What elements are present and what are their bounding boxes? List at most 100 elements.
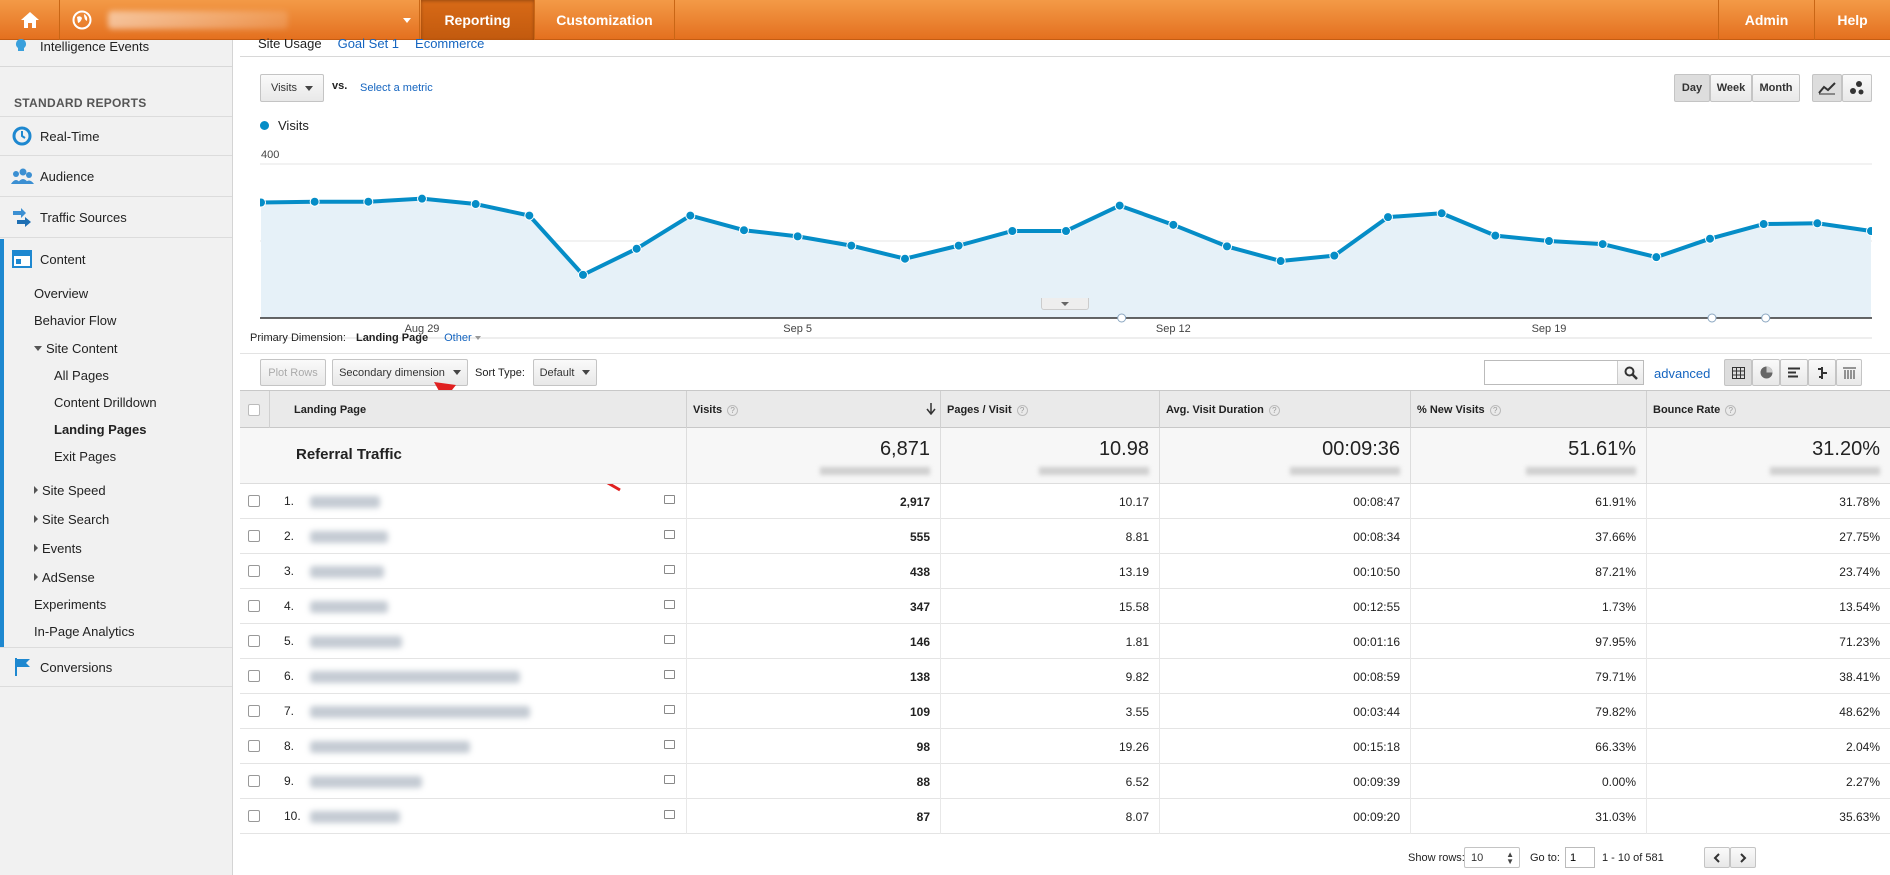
show-rows-select[interactable]: 10 ▲ ▼ (1464, 847, 1520, 868)
sidebar-item-site-search[interactable]: Site Search (0, 507, 232, 531)
header-bounce-rate[interactable]: Bounce Rate? (1646, 391, 1890, 429)
row-checkbox[interactable] (248, 810, 260, 822)
motion-chart-button[interactable] (1842, 74, 1872, 102)
header-pages-visit[interactable]: Pages / Visit? (940, 391, 1159, 429)
open-external-icon[interactable] (664, 670, 675, 679)
landing-page-url-redacted[interactable] (310, 531, 388, 543)
landing-page-url-redacted[interactable] (310, 776, 422, 788)
row-checkbox[interactable] (248, 740, 260, 752)
help-icon[interactable]: ? (1016, 404, 1028, 416)
header-new-visits[interactable]: % New Visits? (1410, 391, 1646, 429)
table-row[interactable]: 2. 555 8.81 00:08:34 37.66% 27.75% (240, 519, 1890, 554)
landing-page-url-redacted[interactable] (310, 741, 470, 753)
sidebar-item-content[interactable]: Content (0, 239, 232, 279)
open-external-icon[interactable] (664, 810, 675, 819)
next-page-button[interactable] (1730, 847, 1756, 868)
sidebar-item-overview[interactable]: Overview (0, 281, 232, 305)
landing-page-url-redacted[interactable] (310, 706, 530, 718)
pie-view-button[interactable] (1752, 359, 1780, 386)
comparison-view-button[interactable] (1808, 359, 1836, 386)
open-external-icon[interactable] (664, 635, 675, 644)
week-button[interactable]: Week (1710, 74, 1752, 102)
table-row[interactable]: 7. 109 3.55 00:03:44 79.82% 48.62% (240, 694, 1890, 729)
sidebar-item-intelligence[interactable]: Intelligence Events (0, 34, 232, 58)
row-checkbox[interactable] (248, 565, 260, 577)
prev-page-button[interactable] (1704, 847, 1730, 868)
table-row[interactable]: 1. 2,917 10.17 00:08:47 61.91% 31.78% (240, 484, 1890, 519)
table-row[interactable]: 10. 87 8.07 00:09:20 31.03% 35.63% (240, 799, 1890, 834)
row-checkbox[interactable] (248, 635, 260, 647)
tab-site-usage[interactable]: Site Usage (258, 36, 322, 52)
sidebar-item-content-drilldown[interactable]: Content Drilldown (0, 390, 232, 414)
select-all-checkbox[interactable] (248, 404, 260, 416)
sidebar-item-exit-pages[interactable]: Exit Pages (0, 444, 232, 468)
tab-ecommerce[interactable]: Ecommerce (415, 36, 484, 52)
table-search-input[interactable] (1485, 361, 1617, 384)
row-checkbox[interactable] (248, 600, 260, 612)
header-visits[interactable]: Visits? (686, 391, 940, 429)
landing-page-url-redacted[interactable] (310, 601, 388, 613)
tab-customization[interactable]: Customization (535, 0, 675, 40)
chart-collapse-handle[interactable] (1041, 298, 1089, 310)
tab-goal-set-1[interactable]: Goal Set 1 (338, 36, 399, 52)
sidebar-item-all-pages[interactable]: All Pages (0, 363, 232, 387)
sidebar-item-audience[interactable]: Audience (0, 157, 232, 197)
header-avg-visit-duration[interactable]: Avg. Visit Duration? (1159, 391, 1410, 429)
help-link[interactable]: Help (1814, 0, 1890, 40)
open-external-icon[interactable] (664, 565, 675, 574)
open-external-icon[interactable] (664, 705, 675, 714)
sidebar-item-landing-pages[interactable]: Landing Pages (0, 417, 232, 441)
sidebar-item-behavior-flow[interactable]: Behavior Flow (0, 308, 232, 332)
table-row[interactable]: 5. 146 1.81 00:01:16 97.95% 71.23% (240, 624, 1890, 659)
sidebar-item-site-speed[interactable]: Site Speed (0, 478, 232, 502)
landing-page-url-redacted[interactable] (310, 671, 520, 683)
landing-page-url-redacted[interactable] (310, 811, 400, 823)
advanced-filter-link[interactable]: advanced (1654, 366, 1710, 381)
sidebar-item-events[interactable]: Events (0, 536, 232, 560)
performance-view-button[interactable] (1780, 359, 1808, 386)
line-chart-button[interactable] (1812, 74, 1842, 102)
sidebar-item-realtime[interactable]: Real-Time (0, 116, 232, 156)
open-external-icon[interactable] (664, 740, 675, 749)
open-external-icon[interactable] (664, 495, 675, 504)
row-checkbox[interactable] (248, 530, 260, 542)
open-external-icon[interactable] (664, 775, 675, 784)
plot-rows-button[interactable]: Plot Rows (260, 359, 326, 386)
header-landing-page[interactable]: Landing Page (269, 391, 677, 429)
open-external-icon[interactable] (664, 600, 675, 609)
help-icon[interactable]: ? (727, 404, 739, 416)
help-icon[interactable]: ? (1268, 404, 1280, 416)
help-icon[interactable]: ? (1489, 404, 1501, 416)
landing-page-url-redacted[interactable] (310, 566, 384, 578)
sidebar-item-adsense[interactable]: AdSense (0, 565, 232, 589)
row-checkbox[interactable] (248, 495, 260, 507)
other-dimension-link[interactable]: Other (444, 332, 481, 344)
help-icon[interactable]: ? (1725, 404, 1737, 416)
tab-reporting[interactable]: Reporting (421, 0, 535, 40)
landing-page-url-redacted[interactable] (310, 496, 380, 508)
row-checkbox[interactable] (248, 775, 260, 787)
row-checkbox[interactable] (248, 705, 260, 717)
table-row[interactable]: 9. 88 6.52 00:09:39 0.00% 2.27% (240, 764, 1890, 799)
table-row[interactable]: 4. 347 15.58 00:12:55 1.73% 13.54% (240, 589, 1890, 624)
sidebar-item-traffic-sources[interactable]: Traffic Sources (0, 198, 232, 238)
goto-input[interactable] (1565, 847, 1595, 868)
row-checkbox[interactable] (248, 670, 260, 682)
table-row[interactable]: 3. 438 13.19 00:10:50 87.21% 23.74% (240, 554, 1890, 589)
search-button[interactable] (1617, 361, 1643, 384)
day-button[interactable]: Day (1674, 74, 1710, 102)
select-metric-link[interactable]: Select a metric (360, 82, 433, 94)
admin-link[interactable]: Admin (1718, 0, 1814, 40)
sidebar-item-site-content[interactable]: Site Content (0, 336, 232, 360)
table-row[interactable]: 8. 98 19.26 00:15:18 66.33% 2.04% (240, 729, 1890, 764)
pivot-view-button[interactable] (1836, 359, 1862, 386)
metric-dropdown[interactable]: Visits (260, 74, 324, 102)
month-button[interactable]: Month (1752, 74, 1800, 102)
open-external-icon[interactable] (664, 530, 675, 539)
sidebar-item-conversions[interactable]: Conversions (0, 647, 232, 687)
data-view-button[interactable] (1724, 359, 1752, 386)
table-row[interactable]: 6. 138 9.82 00:08:59 79.71% 38.41% (240, 659, 1890, 694)
landing-page-url-redacted[interactable] (310, 636, 402, 648)
sidebar-item-experiments[interactable]: Experiments (0, 592, 232, 616)
sidebar-item-in-page-analytics[interactable]: In-Page Analytics (0, 619, 232, 643)
